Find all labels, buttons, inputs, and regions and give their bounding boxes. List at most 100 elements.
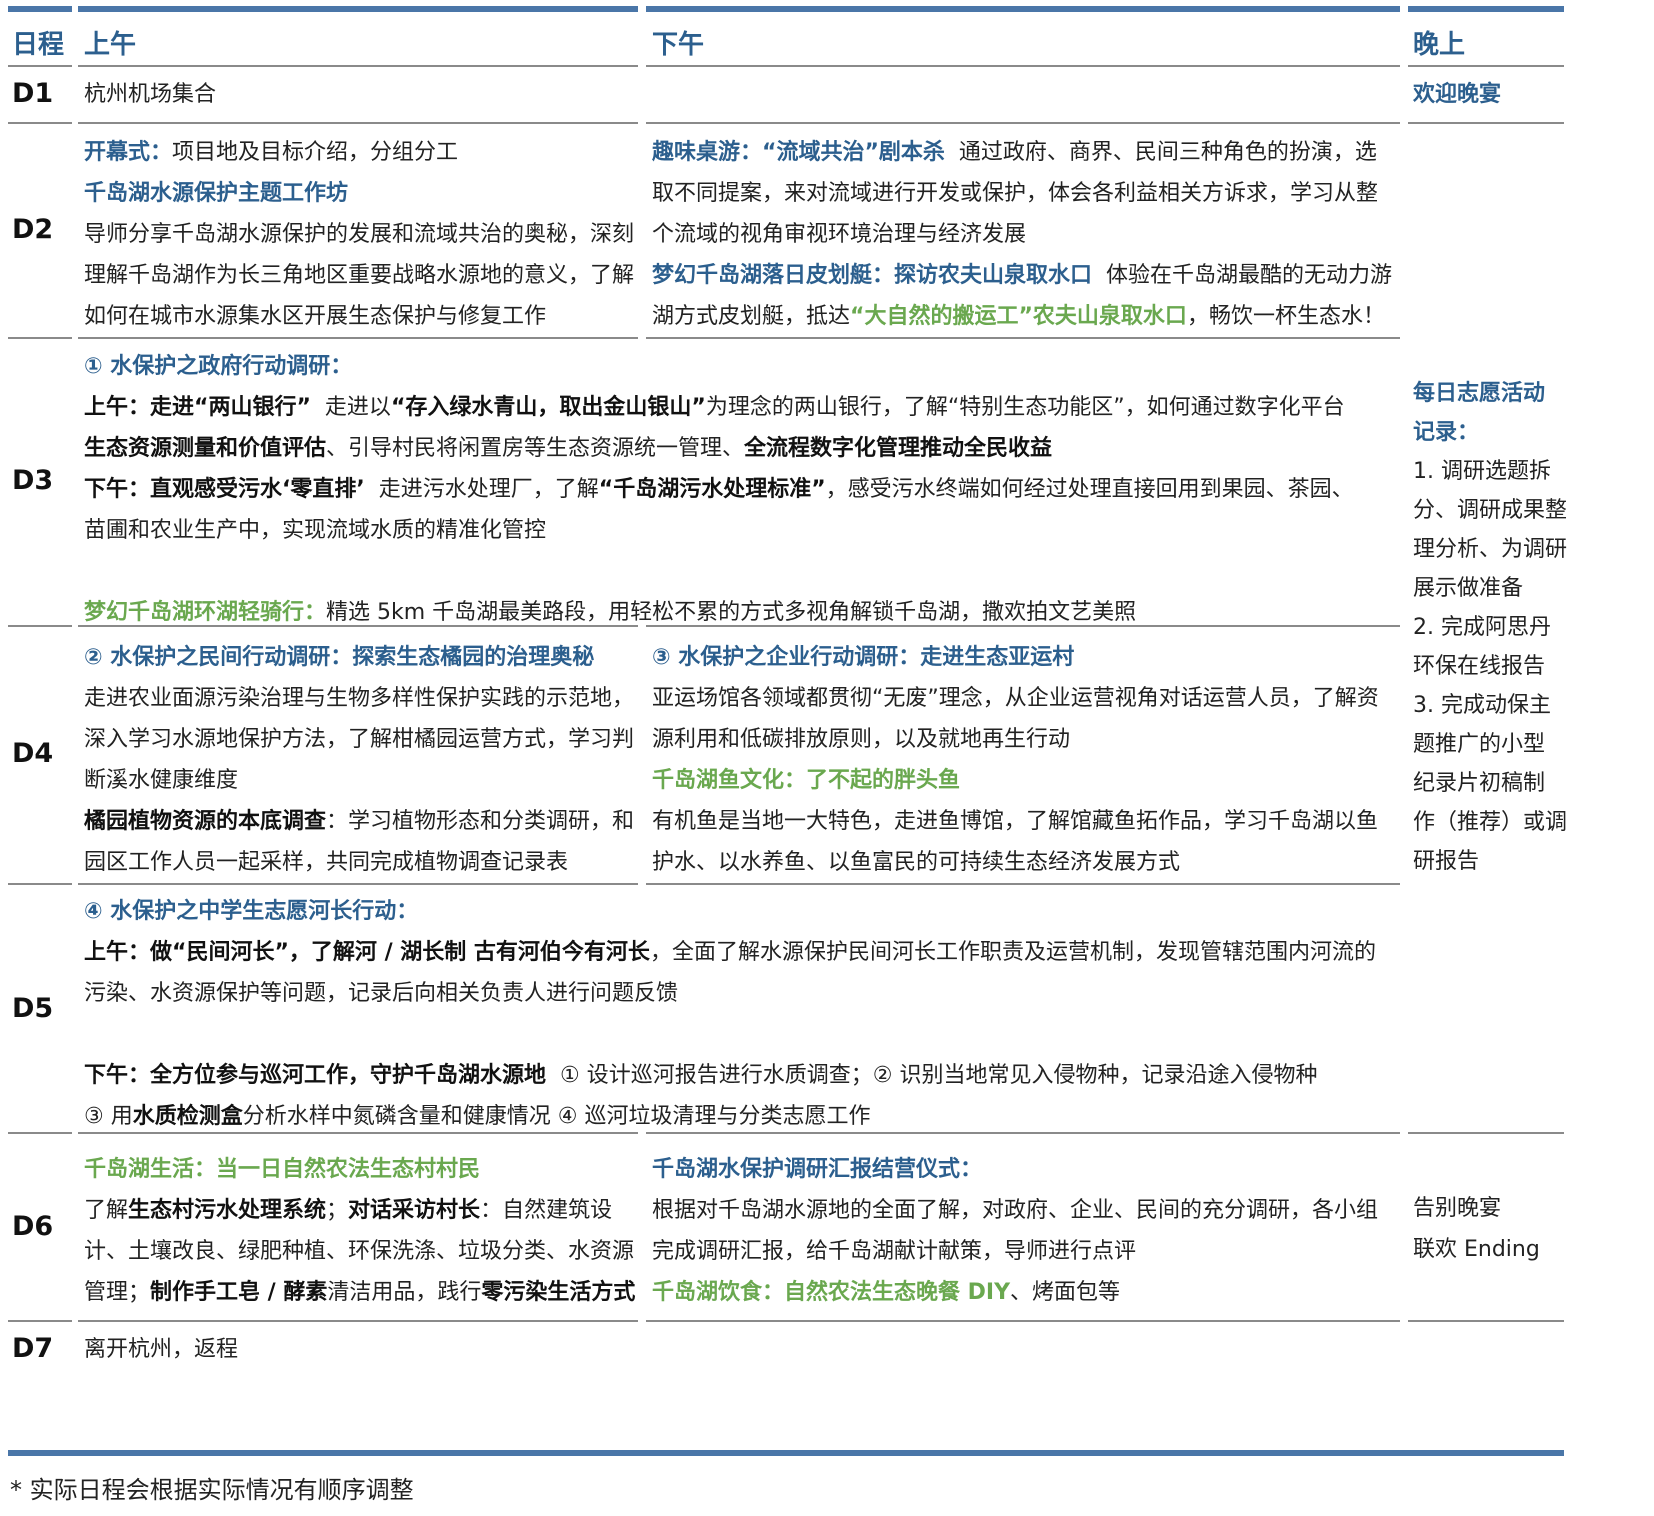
d4-am: ② 水保护之民间行动调研：探索生态橘园的治理奥秘 走进农业面源污染治理与生物多样… [84,637,640,883]
volunteer-item: 题推广的小型 [1413,732,1546,757]
d2-pm-boardgame-label: 趣味桌游：“流域共治”剧本杀 [652,140,945,165]
d6-am-text: ； [326,1198,349,1223]
row-line [78,1320,638,1322]
d4-pm-line: 亚运场馆各领域都贯彻“无废”理念，从企业运营视角对话运营人员，了解资 [652,686,1379,711]
d7-am-text: 离开杭州，返程 [84,1337,239,1362]
d5-pm-label: 下午：全方位参与巡河工作，守护千岛湖水源地 [84,1063,547,1088]
volunteer-item: 理分析、为调研 [1413,537,1568,562]
d6-am-text: 了解 [84,1198,129,1223]
volunteer-item: 2. 完成阿思丹 [1413,615,1551,640]
d6-eve-text: 告别晚宴 [1413,1196,1502,1221]
row-line [646,1320,1400,1322]
d6-am-title: 千岛湖生活：当一日自然农法生态村村民 [84,1157,481,1182]
d6-pm-line: 、烤面包等 [1010,1280,1121,1305]
d3-cycling-text: 精选 5km 千岛湖最美路段，用轻松不累的方式多视角解锁千岛湖，撒欢拍文艺美照 [326,600,1137,625]
row-line [646,883,1400,885]
row-line [646,65,1400,67]
table-bottom-bar [8,1450,1564,1456]
d2-am: 开幕式：项目地及目标介绍，分组分工 千岛湖水源保护主题工作坊 导师分享千岛湖水源… [84,132,640,337]
d7-am: 离开杭州，返程 [84,1329,238,1370]
d2-pm: 趣味桌游：“流域共治”剧本杀 通过政府、商界、民间三种角色的扮演，选 取不同提案… [652,132,1402,337]
header-day: 日程 [12,30,65,60]
d6-am-text: ：自然建筑设 [480,1198,613,1223]
day-label-d7: D7 [12,1333,54,1364]
d5-title: ④ 水保护之中学生志愿河长行动： [84,899,419,924]
d4-pm-title: ③ 水保护之企业行动调研：走进生态亚运村 [652,645,1075,670]
d6-pm-line: 根据对千岛湖水源地的全面了解，对政府、企业、民间的充分调研，各小组 [652,1198,1379,1223]
day-label-d1: D1 [12,78,54,109]
volunteer-column: 每日志愿活动 记录： 1. 调研选题拆 分、调研成果整 理分析、为调研 展示做准… [1413,374,1568,881]
d2-pm-line: 湖方式皮划艇，抵达 [652,304,851,329]
d3-cycling-label: 梦幻千岛湖环湖轻骑行： [84,600,327,625]
d3-bold-text: “存入绿水青山，取出金山银山” [390,395,706,420]
row-line [646,337,1400,339]
d5-full: ④ 水保护之中学生志愿河长行动： 上午：做“民间河长”，了解河 / 湖长制 古有… [84,891,1402,1137]
d4-am-line: 园区工作人员一起采样，共同完成植物调查记录表 [84,850,569,875]
d5-text: ① 设计巡河报告进行水质调查；② 识别当地常见入侵物种，记录沿途入侵物种 [560,1063,1318,1088]
row-line [78,337,638,339]
d2-am-line: 导师分享千岛湖水源保护的发展和流域共治的奥秘，深刻 [84,222,635,247]
d6-am: 千岛湖生活：当一日自然农法生态村村民 了解生态村污水处理系统；对话采访村长：自然… [84,1149,640,1313]
d1-am: 杭州机场集合 [84,74,216,115]
row-line [78,883,638,885]
volunteer-item: 环保在线报告 [1413,654,1546,679]
row-line [8,122,72,124]
header-eve: 晚上 [1413,30,1466,60]
d4-am-survey-label: 橘园植物资源的本底调查 [84,809,327,834]
d6-am-bold: 生态村污水处理系统 [128,1198,327,1223]
d4-am-line: 走进农业面源污染治理与生物多样性保护实践的示范地， [84,686,635,711]
d6-am-text: 管理； [84,1280,151,1305]
d2-am-workshop-title: 千岛湖水源保护主题工作坊 [84,181,349,206]
row-line [8,1132,72,1134]
row-line [8,337,72,339]
row-line [8,65,72,67]
volunteer-item: 研报告 [1413,849,1480,874]
d5-text: 污染、水资源保护等问题，记录后向相关负责人进行问题反馈 [84,981,679,1006]
volunteer-item: 纪录片初稿制 [1413,771,1546,796]
d2-am-opening-text: 项目地及目标介绍，分组分工 [172,140,459,165]
row-line [1408,65,1564,67]
header-bar-eve [1408,6,1564,12]
d6-eve-text: 联欢 Ending [1413,1237,1540,1262]
d2-pm-kayak-text: 体验在千岛湖最酷的无动力游 [1106,263,1393,288]
d2-pm-boardgame-text: 通过政府、商界、民间三种角色的扮演，选 [958,140,1377,165]
d3-text: 为理念的两山银行，了解“特别生态功能区”，如何通过数字化平台 [705,395,1345,420]
d2-am-line: 理解千岛湖作为长三角地区重要战略水源地的意义，了解 [84,263,635,288]
header-am: 上午 [84,30,137,60]
d6-am-bold: 零污染生活方式 [481,1280,636,1305]
d4-am-title: ② 水保护之民间行动调研：探索生态橘园的治理奥秘 [84,645,595,670]
d4-am-line: 深入学习水源地保护方法，了解柑橘园运营方式，学习判 [84,727,635,752]
d4-pm-line: 源利用和低碳排放原则，以及就地再生行动 [652,727,1071,752]
d3-text: 走进污水处理厂，了解 [378,477,599,502]
row-line [8,625,72,627]
d3-full: ① 水保护之政府行动调研： 上午：走进“两山银行” 走进以“存入绿水青山，取出金… [84,346,1402,633]
day-label-d6: D6 [12,1211,54,1242]
d4-pm-fish-title: 千岛湖鱼文化：了不起的胖头鱼 [652,768,961,793]
d5-bold-text: 水质检测盒 [132,1104,243,1129]
volunteer-title: 记录： [1413,420,1480,445]
footnote: * 实际日程会根据实际情况有顺序调整 [10,1476,414,1504]
d5-text: ，全面了解水源保护民间河长工作职责及运营机制，发现管辖范围内河流的 [649,940,1376,965]
row-line [646,122,1400,124]
d5-am-label: 上午：做“民间河长”，了解河 / 湖长制 古有河伯今有河长 [84,940,650,965]
d6-pm-food-title: 千岛湖饮食：自然农法生态晚餐 DIY [652,1280,1011,1305]
d1-am-text: 杭州机场集合 [84,82,217,107]
d3-am-label: 上午：走进“两山银行” [84,395,311,420]
row-line [78,122,638,124]
d2-pm-highlight: “大自然的搬运工”农夫山泉取水口 [850,304,1187,329]
d5-text: ③ 用 [84,1104,133,1129]
d4-pm-line: 护水、以水养鱼、以鱼富民的可持续生态经济发展方式 [652,850,1181,875]
d3-text: ，感受污水终端如何经过处理直接回用到果园、茶园、 [825,477,1354,502]
d2-pm-line: 取不同提案，来对流域进行开发或保护，体会各利益相关方诉求，学习从整 [652,181,1379,206]
row-line [1408,1132,1564,1134]
volunteer-item: 3. 完成动保主 [1413,693,1551,718]
volunteer-item: 分、调研成果整 [1413,498,1568,523]
d5-text: 分析水样中氮磷含量和健康情况 ④ 巡河垃圾清理与分类志愿工作 [242,1104,871,1129]
d1-eve: 欢迎晚宴 [1413,74,1501,115]
header-bar-am [78,6,638,12]
d6-am-bold: 制作手工皂 / 酵素 [150,1280,328,1305]
d3-text: 、引导村民将闲置房等生态资源统一管理、 [326,436,745,461]
header-pm: 下午 [652,30,705,60]
d6-eve: 告别晚宴 联欢 Ending [1413,1188,1563,1270]
d3-bold-text: “千岛湖污水处理标准” [598,477,826,502]
